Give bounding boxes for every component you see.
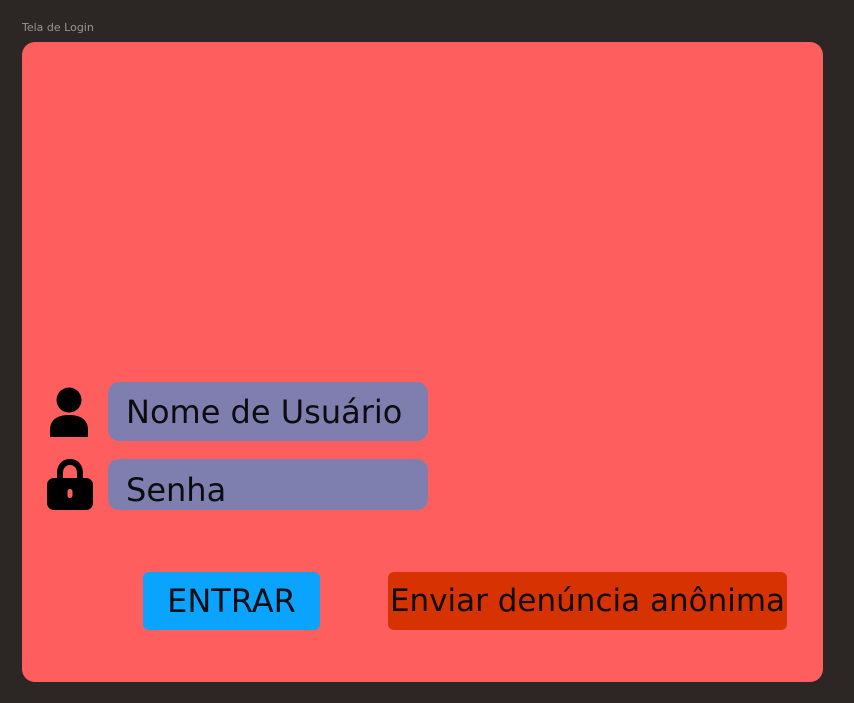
frame-label: Tela de Login [22,21,94,34]
username-input[interactable]: Nome de Usuário [108,382,428,441]
anonymous-report-button[interactable]: Enviar denúncia anônima [388,572,787,630]
login-screen: Nome de Usuário Senha ENTRAR Enviar denú… [22,42,823,682]
enter-button[interactable]: ENTRAR [143,572,320,630]
lock-icon [47,459,93,510]
user-icon [50,387,88,437]
password-input[interactable]: Senha [108,459,428,510]
